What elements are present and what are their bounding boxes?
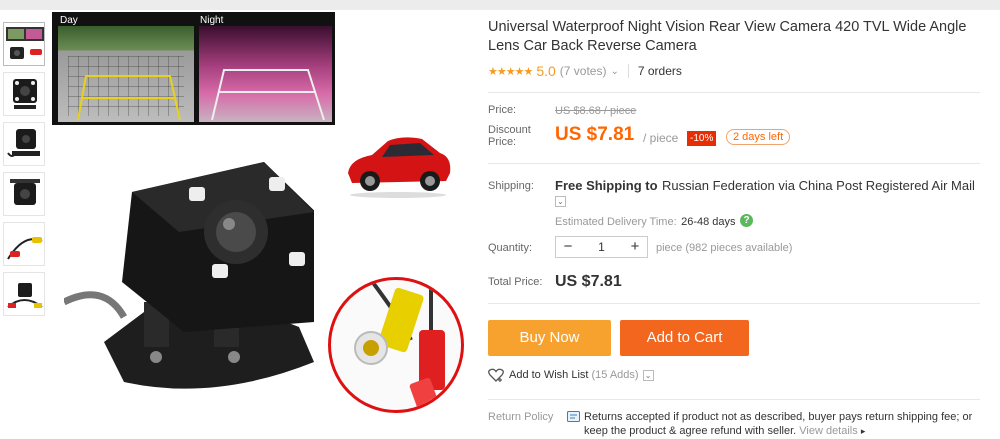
total-price: US $7.81 <box>555 273 622 290</box>
discount-price: US $7.81 <box>555 124 635 145</box>
thumbnail-image <box>7 283 43 308</box>
quantity-input[interactable]: 1 <box>580 237 623 257</box>
day-label: Day <box>60 15 78 26</box>
quantity-decrease-button[interactable]: − <box>556 237 580 257</box>
rating-value: 5.0 <box>536 63 556 79</box>
divider <box>488 399 980 400</box>
help-icon[interactable]: ? <box>740 214 753 228</box>
add-to-wishlist-link[interactable]: Add to Wish List <box>509 369 588 381</box>
votes-link[interactable]: (7 votes) <box>560 64 607 78</box>
chevron-down-icon[interactable]: ⌄ <box>555 196 566 208</box>
free-shipping-label: Free Shipping to <box>555 178 658 193</box>
add-to-cart-button[interactable]: Add to Cart <box>620 320 749 356</box>
wishlist-count: (15 Adds) <box>591 369 639 381</box>
discount-price-label: Discount Price: <box>488 124 531 148</box>
product-title: Universal Waterproof Night Vision Rear V… <box>488 19 967 54</box>
thumbnail-image <box>6 27 44 59</box>
night-label: Night <box>200 15 224 26</box>
stock-availability: piece (982 pieces available) <box>656 242 793 254</box>
shipping-info: Free Shipping to Russian Federation via … <box>555 178 985 210</box>
rca-connector-inset <box>328 277 464 413</box>
thumbnail-3[interactable] <box>3 122 45 166</box>
thumbnail-2[interactable] <box>3 72 45 116</box>
buy-now-button[interactable]: Buy Now <box>488 320 611 356</box>
day-night-comparison: Day Night <box>52 12 335 125</box>
star-rating-icon: ★★★★★ <box>488 65 533 78</box>
return-policy-description: Returns accepted if product not as descr… <box>584 411 973 437</box>
return-policy-label: Return Policy <box>488 411 554 423</box>
estimated-delivery: Estimated Delivery Time: 26-48 days ? <box>555 212 753 230</box>
total-price-label: Total Price: <box>488 276 543 288</box>
original-price: US $8.68 / piece <box>555 105 637 117</box>
thumbnail-6[interactable] <box>3 272 45 316</box>
orders-count: 7 orders <box>637 64 682 78</box>
quantity-stepper: − 1 + <box>555 236 648 258</box>
main-product-image[interactable]: Day Night <box>52 12 472 439</box>
product-info: Universal Waterproof Night Vision Rear V… <box>488 18 988 80</box>
price-unit: / piece <box>643 131 679 145</box>
thumbnail-image <box>10 179 40 205</box>
divider <box>488 92 980 93</box>
chevron-right-icon[interactable]: ▸ <box>861 426 866 436</box>
rca-connector-image <box>354 280 445 410</box>
days-left-badge: 2 days left <box>726 129 791 145</box>
quantity-label: Quantity: <box>488 242 533 254</box>
heart-icon[interactable] <box>488 368 504 382</box>
thumbnail-5[interactable] <box>3 222 45 266</box>
price-label: Price: <box>488 104 517 116</box>
parking-guidelines <box>77 69 325 121</box>
chevron-down-icon[interactable]: ⌄ <box>642 369 654 381</box>
divider <box>488 163 980 164</box>
top-bar <box>0 0 1000 10</box>
wishlist-row[interactable]: Add to Wish List (15 Adds) ⌄ <box>488 368 654 382</box>
return-policy-icon <box>567 411 580 422</box>
camera-product-image <box>64 162 314 389</box>
discount-percent-badge: -10% <box>687 131 717 146</box>
return-policy-text: Returns accepted if product not as descr… <box>584 410 994 438</box>
rating-row: ★★★★★ 5.0 (7 votes) ⌄ 7 orders <box>488 62 988 80</box>
thumbnail-image <box>13 79 37 109</box>
thumbnail-4[interactable] <box>3 172 45 216</box>
thumbnail-image <box>7 237 43 260</box>
chevron-down-icon[interactable]: ⌄ <box>610 66 618 77</box>
estimated-delivery-label: Estimated Delivery Time: <box>555 216 677 228</box>
thumbnail-list <box>3 22 47 322</box>
shipping-label: Shipping: <box>488 180 534 192</box>
estimated-delivery-value: 26-48 days <box>681 216 736 228</box>
divider <box>627 64 629 78</box>
red-car-image <box>348 137 451 198</box>
divider <box>488 303 980 304</box>
quantity-increase-button[interactable]: + <box>623 237 647 257</box>
shipping-destination[interactable]: Russian Federation via China Post Regist… <box>662 178 975 193</box>
thumbnail-1[interactable] <box>3 22 45 66</box>
thumbnail-image <box>7 129 40 157</box>
view-details-link[interactable]: View details <box>799 425 858 437</box>
